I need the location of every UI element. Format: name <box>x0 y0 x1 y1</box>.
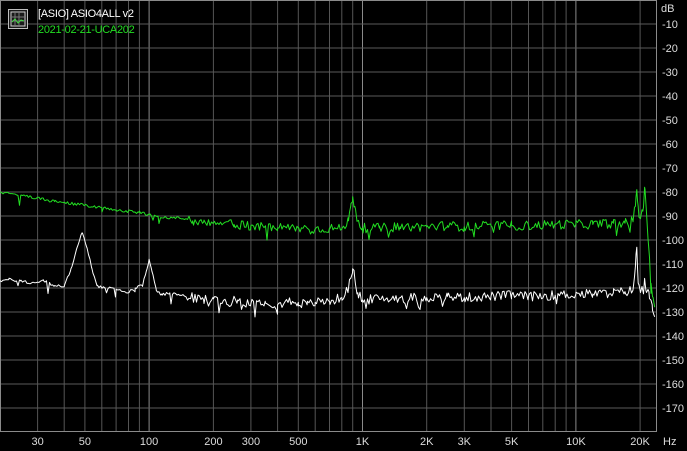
x-tick-label: 200 <box>204 436 222 448</box>
x-tick-label: 2K <box>420 436 434 448</box>
y-tick-label: -170 <box>662 403 684 415</box>
x-tick-label: 20K <box>630 436 650 448</box>
y-tick-label: -130 <box>662 307 684 319</box>
y-tick-label: -110 <box>662 259 683 271</box>
x-tick-label: 5K <box>505 436 519 448</box>
x-tick-label: 50 <box>79 436 91 448</box>
x-tick-label: 10K <box>566 436 586 448</box>
x-tick-label: 300 <box>242 436 260 448</box>
x-tick-label: 1K <box>356 436 370 448</box>
x-axis-label: Hz <box>663 436 676 448</box>
y-tick-label: -50 <box>662 115 678 127</box>
y-tick-label: -60 <box>662 139 678 151</box>
x-tick-label: 500 <box>289 436 307 448</box>
y-axis-label: dB <box>661 3 674 15</box>
y-tick-label: -80 <box>662 187 678 199</box>
y-tick-label: -20 <box>662 43 678 55</box>
chart-icon[interactable] <box>8 9 28 29</box>
y-tick-label: -100 <box>662 235 684 247</box>
y-tick-label: -90 <box>662 211 678 223</box>
x-tick-label: 3K <box>458 436 472 448</box>
y-tick-label: -150 <box>662 355 684 367</box>
y-tick-label: -30 <box>662 67 678 79</box>
x-tick-label: 100 <box>140 436 158 448</box>
y-tick-label: -40 <box>662 91 678 103</box>
x-tick-label: 30 <box>31 436 43 448</box>
legend-entry-uca202: 2021-02-21-UCA202 <box>38 24 135 36</box>
y-tick-label: -70 <box>662 163 678 175</box>
plot-background <box>0 0 687 451</box>
y-tick-label: -160 <box>662 379 684 391</box>
spectrum-chart: -10 -20 -30 -40 -50 -60 -70 -80 -90 -100 -110 -120 -… <box>0 0 687 451</box>
y-tick-label: -140 <box>662 331 684 343</box>
y-tick-label: -10 <box>662 19 678 31</box>
legend-entry-asio4all: [ASIO] ASIO4ALL v2 <box>38 8 134 20</box>
y-tick-label: -120 <box>662 283 684 295</box>
